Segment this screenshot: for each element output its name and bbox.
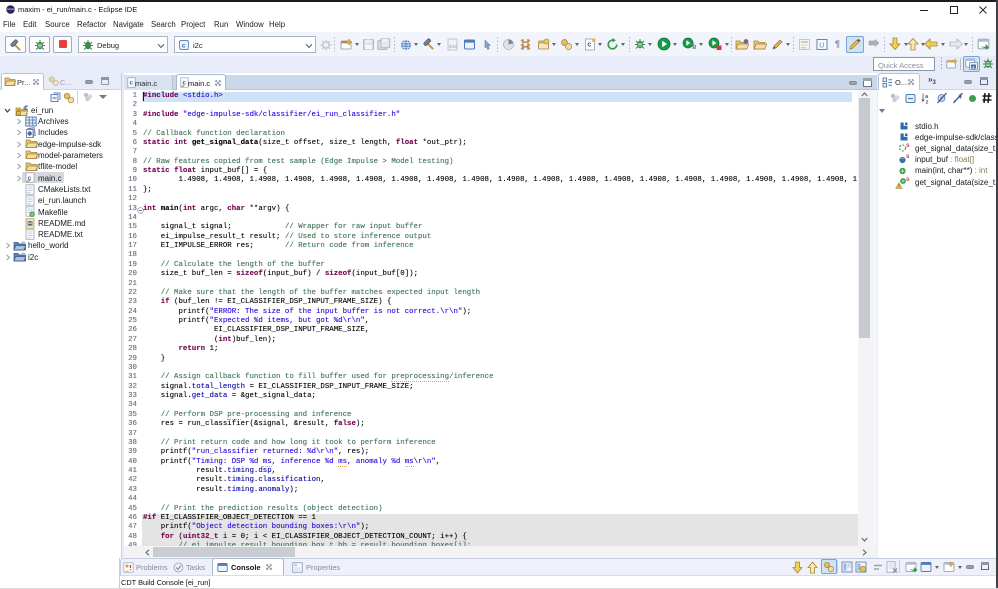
svg-text:U: U <box>819 42 824 49</box>
svg-text:z: z <box>926 99 929 104</box>
svg-text:c: c <box>129 80 133 87</box>
svg-text:c: c <box>182 42 186 49</box>
svg-text:010: 010 <box>449 44 458 50</box>
svg-text:c: c <box>587 41 591 49</box>
svg-text:c: c <box>972 65 974 69</box>
